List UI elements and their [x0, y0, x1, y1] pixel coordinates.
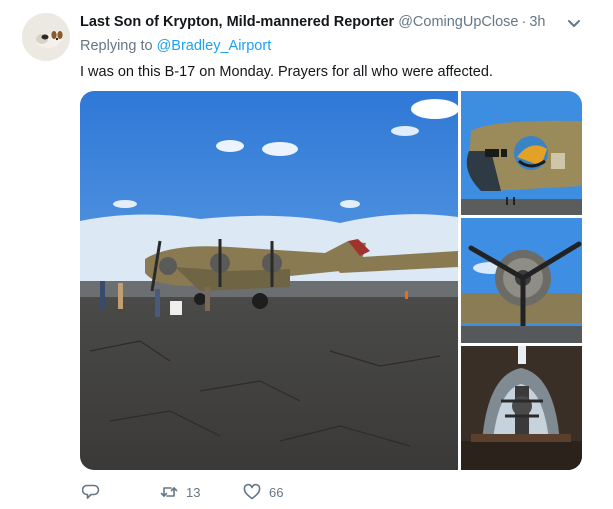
tweet-header: Last Son of Krypton, Mild-mannered Repor… — [80, 14, 545, 34]
reply-button[interactable] — [82, 483, 100, 501]
retweet-count: 13 — [186, 484, 201, 500]
tweet-text: I was on this B-17 on Monday. Prayers fo… — [80, 64, 493, 80]
heart-icon — [243, 483, 261, 500]
tweet-card[interactable]: Last Son of Krypton, Mild-mannered Repor… — [0, 0, 613, 509]
retweet-button[interactable]: 13 — [160, 483, 200, 501]
author-handle[interactable]: @ComingUpClose — [398, 14, 518, 30]
replying-to-mention-link[interactable]: @Bradley_Airport — [157, 38, 272, 54]
header-separator: · — [521, 14, 527, 30]
tweet-actions: 13 66 — [80, 483, 580, 505]
like-button[interactable]: 66 — [243, 483, 283, 501]
chevron-down-icon[interactable] — [566, 18, 582, 30]
media-grid — [80, 91, 582, 470]
dog-avatar-icon — [22, 13, 70, 61]
reply-icon — [82, 484, 100, 499]
replying-to-label: Replying to — [80, 38, 153, 54]
avatar[interactable] — [22, 13, 70, 61]
retweet-icon — [160, 487, 178, 497]
b17-ground-view-photo[interactable] — [80, 91, 458, 470]
b17-turret-interior-photo[interactable] — [461, 346, 582, 470]
replying-to-line: Replying to @Bradley_Airport — [80, 38, 271, 54]
tweet-timestamp[interactable]: 3h — [529, 14, 545, 30]
b17-engine-propeller-photo[interactable] — [461, 218, 582, 343]
author-display-name[interactable]: Last Son of Krypton, Mild-mannered Repor… — [80, 14, 394, 30]
like-count: 66 — [269, 484, 284, 500]
b17-nose-art-photo[interactable] — [461, 91, 582, 215]
